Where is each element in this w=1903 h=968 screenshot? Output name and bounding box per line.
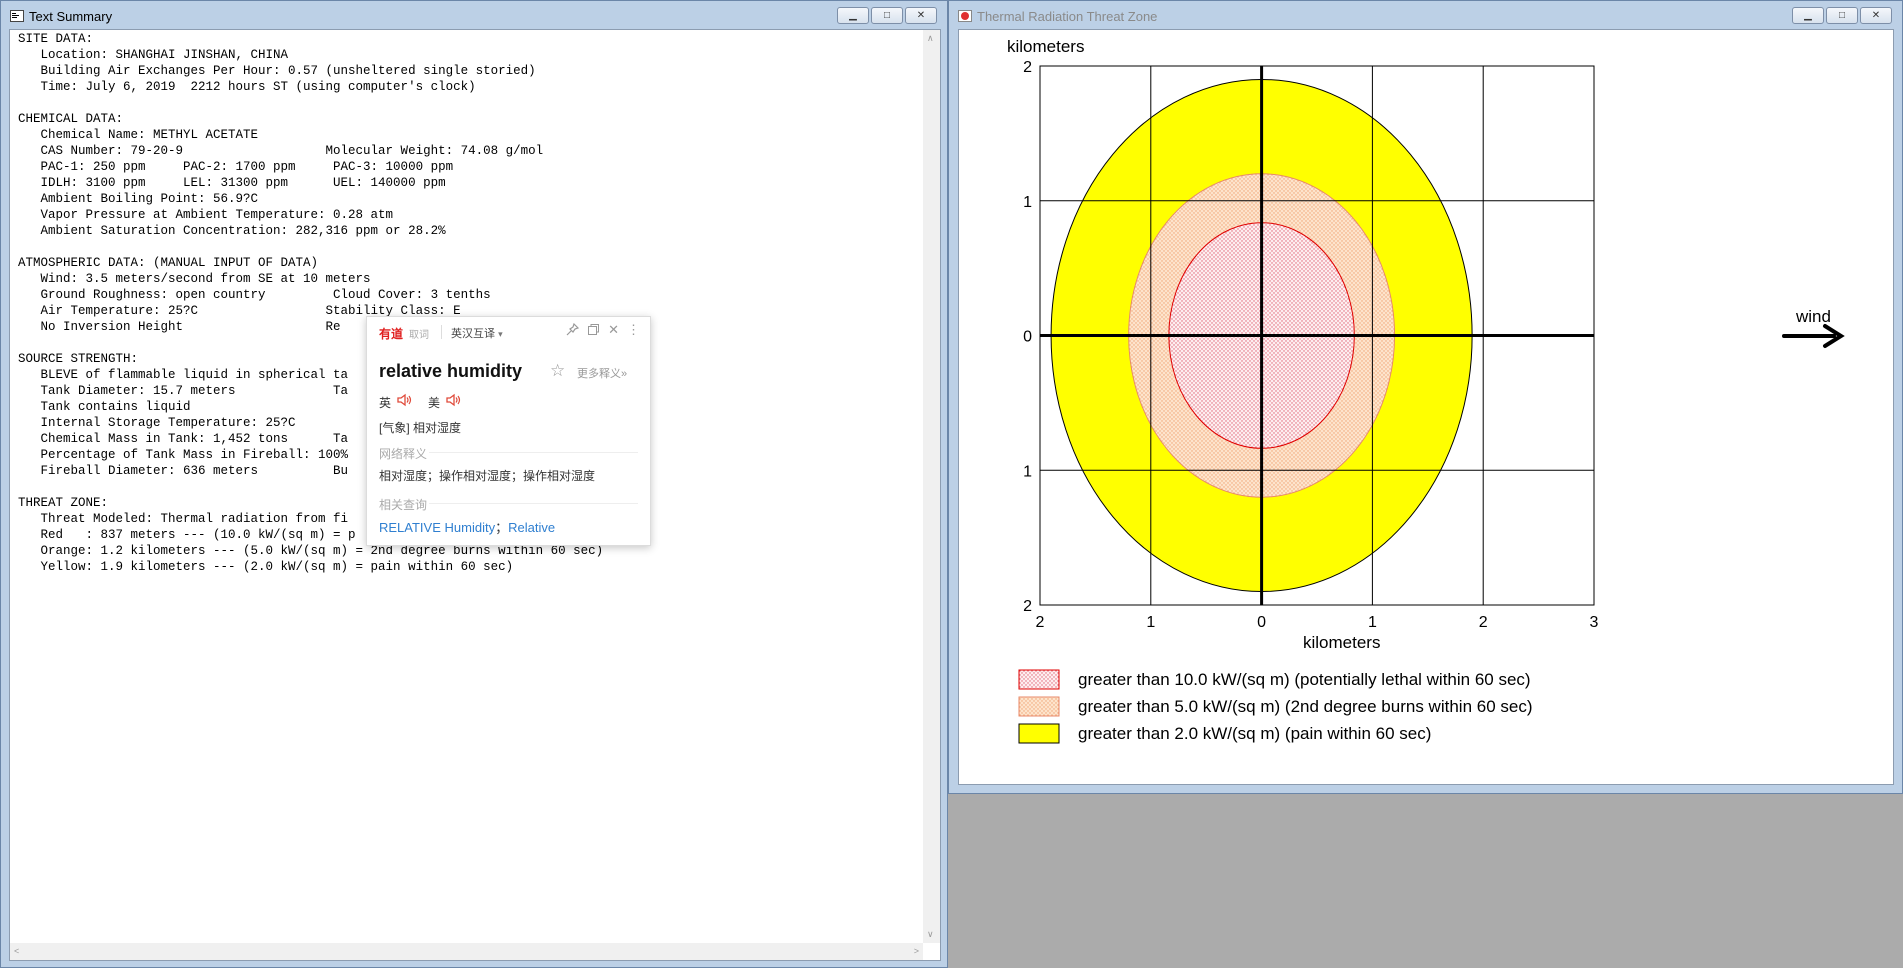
threat-window-icon [958,10,972,22]
y-tick-label: 2 [1023,598,1032,615]
legend-entry: greater than 10.0 kW/(sq m) (potentially… [1078,670,1531,689]
window-title: Thermal Radiation Threat Zone [977,9,1158,24]
related-link-2[interactable]: Relative [508,520,555,535]
window-title: Text Summary [29,9,113,24]
lookup-word: relative humidity [379,361,523,381]
minimize-button[interactable]: ▁ [1792,7,1824,24]
x-tick-label: 3 [1590,614,1599,631]
title-bar[interactable]: Text Summary ▁ □ ✕ [1,1,947,29]
more-options-icon[interactable]: ⋮ [627,323,640,336]
maximize-icon: □ [883,9,891,21]
scroll-left-icon[interactable]: < [14,946,19,956]
us-pronunciation-label: 美 [428,396,441,410]
divider [429,452,638,453]
legend-swatch [1018,723,1060,744]
more-meanings-link[interactable]: 更多释义» [577,365,627,381]
maximize-icon: □ [1838,9,1846,21]
scroll-down-icon[interactable]: ∨ [927,929,934,940]
close-button[interactable]: ✕ [1860,7,1892,24]
translation-mode-dropdown[interactable]: 英汉互译 ▾ [451,325,503,341]
related-queries: RELATIVE Humidity；Relative [379,517,555,536]
dictionary-popup: 有道 取词 英汉互译 ▾ ✕ ⋮ relative humidity ☆ 更多释… [366,316,651,546]
minimize-button[interactable]: ▁ [837,7,869,24]
divider [429,503,638,504]
related-queries-header: 相关查询 [379,498,428,512]
scroll-right-icon[interactable]: > [914,946,919,956]
wind-label: wind [1795,307,1831,326]
threat-zone-window: Thermal Radiation Threat Zone ▁ □ ✕ 2 1 … [948,0,1903,794]
y-tick-label: 2 [1023,59,1032,76]
minimize-icon: ▁ [1804,9,1812,21]
legend-entry: greater than 5.0 kW/(sq m) (2nd degree b… [1078,697,1533,716]
definition: [气象] 相对湿度 [379,421,462,435]
vertical-scrollbar[interactable]: ∧ ∨ [923,30,940,943]
us-speaker-icon[interactable] [446,393,462,407]
x-axis-label: kilometers [1303,633,1380,652]
web-meanings-header: 网络释义 [379,447,428,461]
title-bar[interactable]: Thermal Radiation Threat Zone ▁ □ ✕ [949,1,1902,29]
word-capture-label: 取词 [409,330,429,341]
close-icon[interactable]: ✕ [608,323,619,336]
maximize-button[interactable]: □ [1826,7,1858,24]
related-link-1[interactable]: RELATIVE Humidity [379,520,495,535]
pin-icon[interactable] [566,323,580,336]
close-icon: ✕ [1871,9,1881,21]
legend-entry: greater than 2.0 kW/(sq m) (pain within … [1078,724,1431,743]
web-meanings: 相对湿度；操作相对湿度；操作相对湿度 [379,469,596,483]
star-icon[interactable]: ☆ [550,361,565,381]
x-tick-label: 2 [1479,614,1488,631]
close-button[interactable]: ✕ [905,7,937,24]
close-icon: ✕ [916,9,926,21]
y-tick-label: 1 [1023,194,1032,211]
maximize-button[interactable]: □ [871,7,903,24]
y-tick-label: 0 [1023,329,1032,346]
scroll-up-icon[interactable]: ∧ [927,33,934,44]
threat-zone-plot-area: 2 1 0 1 2 3 2 1 0 1 2 kilometers kilometers wind g… [958,29,1894,785]
x-tick-label: 0 [1257,614,1266,631]
y-tick-label: 1 [1023,463,1032,480]
chevron-down-icon: ▾ [498,329,503,339]
x-tick-label: 1 [1368,614,1377,631]
horizontal-scrollbar[interactable]: < > [10,943,923,960]
threat-zone-chart: 2 1 0 1 2 3 2 1 0 1 2 kilometers kilometers wind g… [1007,37,1845,744]
x-tick-label: 2 [1036,614,1045,631]
related-separator: ； [495,520,509,535]
youdao-logo: 有道 [379,327,404,341]
legend-swatch [1018,669,1060,690]
uk-speaker-icon[interactable] [397,393,413,407]
y-axis-label: kilometers [1007,37,1084,56]
divider [441,325,442,339]
legend-swatch [1018,696,1060,717]
wind-indicator: wind [1782,307,1845,348]
minimize-icon: ▁ [849,9,857,21]
x-tick-label: 1 [1146,614,1155,631]
translation-mode-label: 英汉互译 [451,328,495,340]
text-window-icon [10,10,24,22]
copy-icon[interactable] [587,323,600,336]
legend: greater than 10.0 kW/(sq m) (potentially… [1018,669,1533,744]
uk-pronunciation-label: 英 [379,396,392,410]
